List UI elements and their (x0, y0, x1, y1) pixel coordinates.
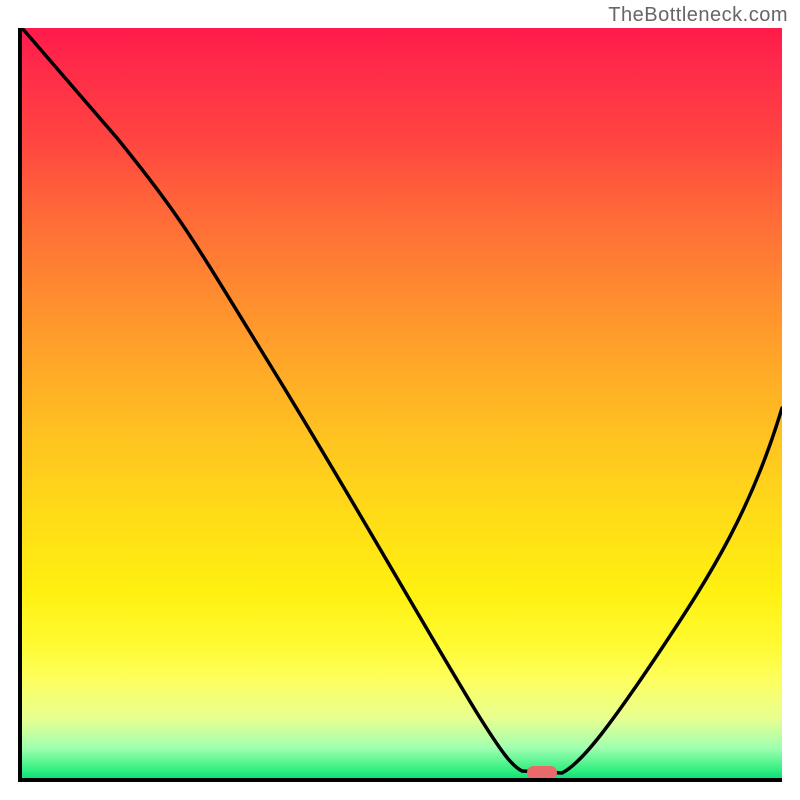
optimal-marker (527, 766, 557, 778)
plot-area (18, 28, 782, 782)
bottleneck-curve-path (22, 28, 782, 773)
watermark-text: TheBottleneck.com (608, 4, 788, 27)
curve-svg (22, 28, 782, 778)
chart-container: TheBottleneck.com (0, 0, 800, 800)
